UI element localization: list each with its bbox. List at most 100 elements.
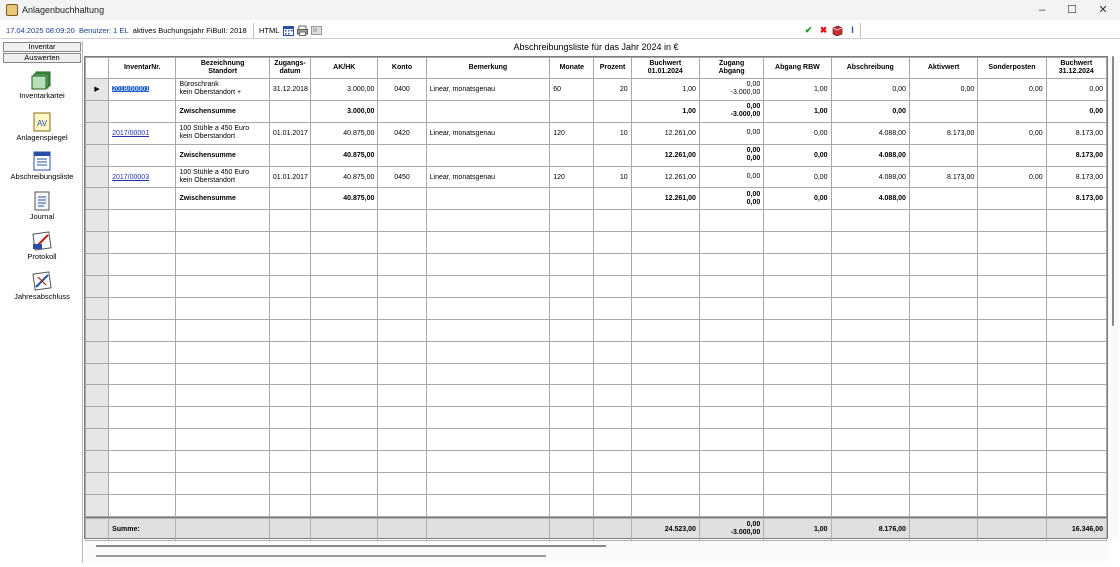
table-row[interactable]	[85, 209, 1107, 233]
horizontal-scroll-thumb-secondary[interactable]	[96, 555, 546, 557]
row-header[interactable]	[85, 428, 110, 452]
column-header-text: Bezeichnung	[200, 60, 245, 67]
disposal-rbw-value: 0,00	[813, 173, 828, 181]
row-header[interactable]	[85, 493, 110, 517]
inventory-number-link[interactable]: 2017/00003	[112, 174, 149, 181]
row-header[interactable]	[85, 187, 110, 211]
table-row[interactable]: ▶ 2018/00001 Büroschrank kein Oberstandort …	[85, 78, 1107, 101]
cancel-icon[interactable]: ✖	[818, 25, 829, 36]
row-header[interactable]	[85, 384, 110, 408]
row-header[interactable]	[85, 275, 110, 298]
row-header[interactable]	[85, 296, 110, 320]
row-header[interactable]	[85, 121, 110, 145]
table-row[interactable]: 2017/00003 100 Stühle a 450 Euro kein Ober…	[85, 165, 1107, 189]
close-button[interactable]: ✕	[1090, 3, 1116, 17]
column-header-10[interactable]: Zugang Abgang	[698, 57, 765, 79]
subtotal-disposals: -3.000,00	[730, 111, 761, 119]
maximize-button[interactable]: ☐	[1059, 3, 1085, 17]
empty-cell	[549, 428, 595, 452]
column-header-14[interactable]: Sonderposten	[977, 57, 1047, 79]
table-row[interactable]	[85, 450, 1107, 474]
tab-auswerten[interactable]: Auswerten	[3, 53, 81, 63]
sidebar-item-anlagenspiegel[interactable]: AV Anlagenspiegel	[2, 112, 82, 142]
column-header-1[interactable]: InventarNr.	[108, 57, 177, 79]
row-header[interactable]	[85, 253, 110, 277]
summary-buchwert-start: 24.523,00	[630, 518, 700, 541]
row-header[interactable]: ▶	[85, 78, 110, 101]
sidebar-item-jahresabschluss[interactable]: Jahresabschluss	[2, 271, 82, 301]
tab-inventar[interactable]: Inventar	[3, 42, 81, 52]
row-header[interactable]	[85, 231, 110, 255]
column-header-3[interactable]: Zugangs-datum	[268, 57, 312, 79]
table-row[interactable]	[85, 296, 1107, 320]
minimize-button[interactable]: –	[1029, 3, 1055, 17]
empty-cell	[377, 275, 427, 298]
inventory-number-link[interactable]: 2018/00001	[112, 85, 150, 93]
table-row[interactable]: 2017/00001 100 Stühle a 450 Euro kein Ober…	[85, 121, 1107, 145]
table-row[interactable]	[85, 362, 1107, 386]
sidebar-item-abschreibungsliste[interactable]: Abschreibungsliste	[2, 151, 82, 181]
horizontal-scroll-thumb[interactable]	[96, 545, 606, 547]
akhk-cell: 40.875,00	[310, 121, 379, 145]
row-header[interactable]	[85, 472, 110, 495]
horizontal-scrollbar[interactable]	[84, 541, 1108, 561]
row-header[interactable]	[85, 209, 110, 233]
table-row[interactable]	[85, 384, 1107, 408]
empty-cell	[377, 296, 427, 320]
column-header-15[interactable]: Buchwert 31.12.2024	[1045, 57, 1107, 79]
acquisition-date: 01.01.2017	[272, 129, 308, 137]
empty-cell	[908, 231, 979, 255]
table-row[interactable]	[85, 406, 1107, 430]
print-preview-icon[interactable]	[311, 25, 322, 36]
row-header[interactable]	[85, 450, 110, 474]
table-row[interactable]	[85, 275, 1107, 298]
empty-cell	[830, 231, 910, 255]
sidebar-item-inventarkartei[interactable]: Inventarkartei	[2, 70, 82, 100]
vertical-scroll-thumb[interactable]	[1112, 56, 1114, 326]
table-row[interactable]	[85, 428, 1107, 452]
text-cursor-icon[interactable]: I	[847, 25, 858, 36]
column-header-11[interactable]: Abgang RBW	[763, 57, 832, 79]
vertical-scrollbar[interactable]	[1108, 56, 1118, 539]
empty-cell	[593, 209, 632, 233]
confirm-icon[interactable]: ✔	[803, 25, 814, 36]
column-header-9[interactable]: Buchwert 01.01.2024	[630, 57, 700, 79]
row-header[interactable]	[85, 362, 110, 386]
book-icon[interactable]	[832, 25, 843, 37]
table-row[interactable]	[85, 472, 1107, 495]
empty-cell	[593, 493, 632, 517]
html-export-button[interactable]: HTML	[259, 26, 279, 35]
row-header[interactable]	[85, 340, 110, 364]
calendar-icon[interactable]	[283, 25, 294, 36]
table-row[interactable]	[85, 493, 1107, 517]
table-row[interactable]: Zwischensumme 3.000,00 1,00 0,00 -3.000,00 1,…	[85, 99, 1107, 123]
inventory-number-cell[interactable]: 2018/00001	[108, 78, 177, 101]
print-icon[interactable]	[297, 25, 308, 36]
column-header-12[interactable]: Abschreibung	[830, 57, 910, 79]
inventory-number-cell[interactable]: 2017/00003	[108, 165, 177, 189]
table-row[interactable]	[85, 231, 1107, 255]
table-row[interactable]	[85, 340, 1107, 364]
table-row[interactable]	[85, 318, 1107, 342]
row-header[interactable]	[85, 165, 110, 189]
table-row[interactable]	[85, 253, 1107, 277]
sidebar-item-journal[interactable]: Journal	[2, 191, 82, 221]
inventory-number-link[interactable]: 2017/00001	[112, 130, 149, 137]
column-header-5[interactable]: Konto	[377, 57, 427, 79]
column-header-6[interactable]: Bemerkung	[425, 57, 551, 79]
column-header-7[interactable]: Monate	[549, 57, 595, 79]
column-header-2[interactable]: Bezeichnung Standort	[175, 57, 270, 79]
row-header[interactable]	[85, 406, 110, 430]
row-header[interactable]	[85, 99, 110, 123]
column-header-4[interactable]: AK/HK	[310, 57, 379, 79]
column-header-8[interactable]: Prozent	[593, 57, 632, 79]
book-value-start: 12.261,00	[664, 173, 696, 181]
subtotal-book-value-start-cell: 12.261,00	[630, 187, 700, 211]
row-header[interactable]	[85, 318, 110, 342]
sidebar-item-protokoll[interactable]: Protokoll	[2, 231, 82, 261]
row-header[interactable]	[85, 143, 110, 167]
column-header-13[interactable]: Aktivwert	[908, 57, 979, 79]
inventory-number-cell[interactable]: 2017/00001	[108, 121, 177, 145]
table-row[interactable]: Zwischensumme 40.875,00 12.261,00 0,00 0,00 0…	[85, 187, 1107, 211]
table-row[interactable]: Zwischensumme 40.875,00 12.261,00 0,00 0,00 0…	[85, 143, 1107, 167]
